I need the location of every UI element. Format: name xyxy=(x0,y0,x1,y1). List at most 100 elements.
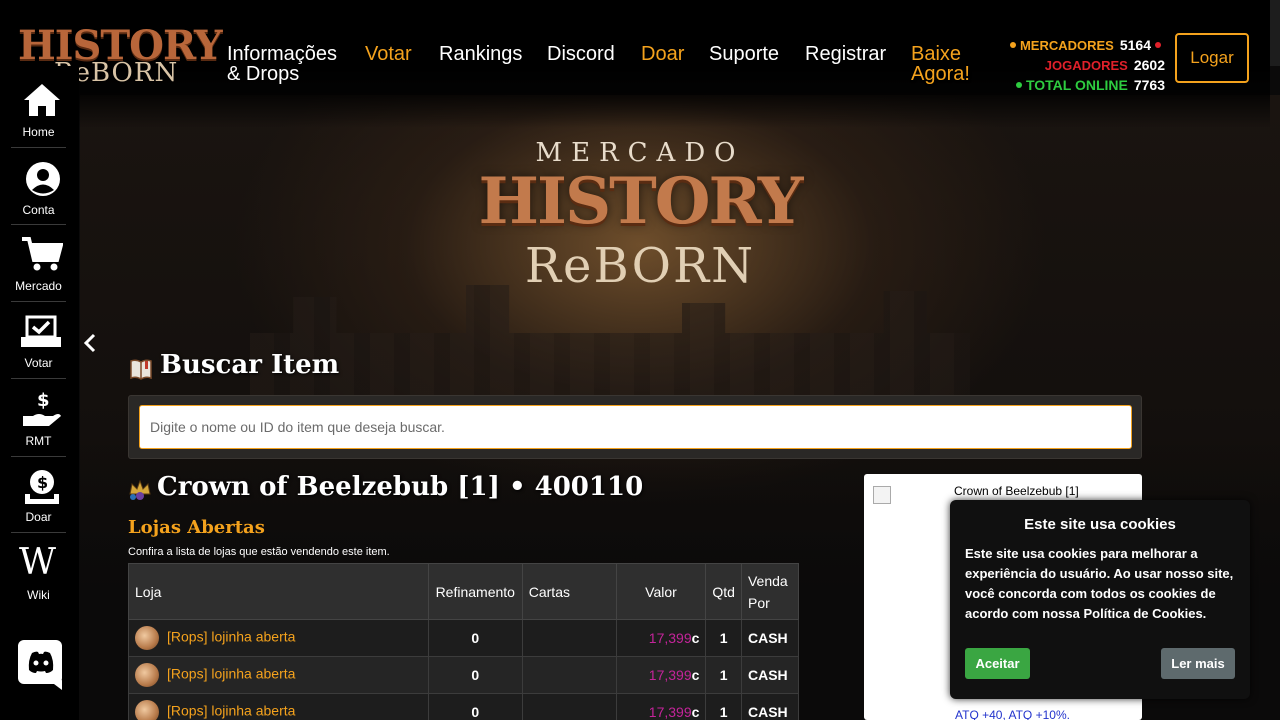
nav-vote[interactable]: Votar xyxy=(365,44,412,64)
nav-donate[interactable]: Doar xyxy=(641,44,684,64)
sidebar-label-account: Conta xyxy=(22,203,55,217)
shop-cell: [Rops] lojinha aberta xyxy=(128,656,429,694)
qty-cell: 1 xyxy=(705,619,742,657)
svg-text:$: $ xyxy=(37,390,50,411)
cookie-consent-dialog: Este site usa cookies Este site usa cook… xyxy=(950,500,1250,699)
price-suffix: c xyxy=(691,704,700,720)
sidebar-divider xyxy=(11,301,66,302)
shops-table: Loja Refinamento Cartas Valor Qtd Venda P… xyxy=(128,563,800,720)
sale-cell: CASH xyxy=(740,619,800,657)
hand-dollar-icon: $ xyxy=(22,390,61,426)
sidebar-item-market[interactable]: Mercado xyxy=(11,236,66,296)
sidebar-item-vote[interactable]: Votar xyxy=(11,315,66,375)
players-dot-icon xyxy=(1155,42,1161,48)
nav-download-line1: Baixe xyxy=(911,43,962,65)
stat-players: JOGADORES 2602 xyxy=(1045,57,1165,73)
book-icon xyxy=(130,359,152,380)
ballot-check-icon xyxy=(21,315,61,347)
login-button[interactable]: Logar xyxy=(1175,33,1249,83)
item-card-name: Crown of Beelzebub [1] xyxy=(954,484,1079,498)
discord-icon xyxy=(18,640,62,690)
shops-title: Lojas Abertas xyxy=(128,517,265,538)
item-image-placeholder xyxy=(873,486,891,504)
sidebar-discord-button[interactable] xyxy=(11,640,66,690)
price-cell: 17,399c xyxy=(615,619,707,657)
sidebar-label-donate: Doar xyxy=(25,510,52,524)
sidebar: Home Conta Mercado Votar $ RMT $ Doar W … xyxy=(0,66,79,720)
price-suffix: c xyxy=(691,630,700,646)
cookie-text: Este site usa cookies para melhorar a ex… xyxy=(965,546,1234,621)
svg-text:W: W xyxy=(19,544,56,578)
sidebar-item-wiki[interactable]: W Wiki xyxy=(11,542,66,604)
top-navbar: HISTORY ReBORN Informações & Drops Votar… xyxy=(0,0,1270,128)
online-dot-icon xyxy=(1015,82,1022,88)
sidebar-item-home[interactable]: Home xyxy=(11,82,66,142)
price-value: 17,399 xyxy=(648,704,692,720)
merchants-dot-icon xyxy=(1009,42,1016,48)
nav-info-line1: Informações xyxy=(227,43,338,65)
price-cell: 17,399c xyxy=(615,656,707,694)
market-banner: MERCADO HISTORY ReBORN xyxy=(440,138,840,303)
cards-cell xyxy=(521,619,617,657)
qty-cell: 1 xyxy=(705,693,742,720)
banner-line3: ReBORN xyxy=(524,238,756,294)
svg-text:$: $ xyxy=(37,473,48,492)
sidebar-label-home: Home xyxy=(22,125,55,139)
sidebar-divider xyxy=(11,456,66,457)
shop-link[interactable]: [Rops] lojinha aberta xyxy=(167,703,295,719)
cookie-title: Este site usa cookies xyxy=(1024,516,1176,533)
sidebar-label-wiki: Wiki xyxy=(27,588,50,602)
table-row: [Rops] lojinha aberta 0 17,399c 1 CASH xyxy=(128,656,800,694)
user-circle-icon xyxy=(26,162,60,196)
col-sale-line1: Venda xyxy=(747,572,788,589)
stat-total-online: TOTAL ONLINE 7763 xyxy=(1015,77,1165,93)
sidebar-label-vote: Votar xyxy=(24,356,53,370)
price-cell: 17,399c xyxy=(615,693,707,720)
players-value: 2602 xyxy=(1133,57,1165,73)
sidebar-item-account[interactable]: Conta xyxy=(11,161,66,221)
price-value: 17,399 xyxy=(648,630,692,646)
refine-cell: 0 xyxy=(427,619,523,657)
col-qty: Qtd xyxy=(705,563,742,620)
col-refine: Refinamento xyxy=(427,563,523,620)
crown-item-icon xyxy=(129,479,151,500)
nav-download-line2: Agora! xyxy=(911,63,970,85)
shops-description: Confira a lista de lojas que estão vende… xyxy=(128,546,390,558)
sale-cell: CASH xyxy=(740,656,800,694)
sale-cell: CASH xyxy=(740,693,800,720)
qty-cell: 1 xyxy=(705,656,742,694)
chevron-left-icon[interactable] xyxy=(82,332,98,354)
nav-support[interactable]: Suporte xyxy=(709,44,779,64)
nav-info-drops[interactable]: Informações & Drops xyxy=(227,44,337,84)
refine-cell: 0 xyxy=(427,693,523,720)
col-cards: Cartas xyxy=(521,563,617,620)
shop-link[interactable]: [Rops] lojinha aberta xyxy=(167,666,295,682)
table-row: [Rops] lojinha aberta 0 17,399c 1 CASH xyxy=(128,693,800,720)
merchant-avatar-icon xyxy=(135,626,159,650)
shop-link[interactable]: [Rops] lojinha aberta xyxy=(167,629,295,645)
price-value: 17,399 xyxy=(648,667,692,683)
cookie-accept-button[interactable]: Aceitar xyxy=(965,648,1030,679)
nav-rankings[interactable]: Rankings xyxy=(439,44,522,64)
donate-coin-icon: $ xyxy=(25,470,59,504)
sidebar-label-market: Mercado xyxy=(15,279,62,293)
scrollbar-track[interactable] xyxy=(1270,0,1280,66)
item-search-input[interactable] xyxy=(139,405,1132,449)
total-online-value: 7763 xyxy=(1133,77,1165,93)
sidebar-item-rmt[interactable]: $ RMT xyxy=(11,390,66,450)
nav-discord[interactable]: Discord xyxy=(547,44,615,64)
sidebar-item-donate[interactable]: $ Doar xyxy=(11,468,66,528)
players-label: JOGADORES xyxy=(1044,58,1128,73)
nav-info-line2: & Drops xyxy=(227,63,300,85)
merchant-avatar-icon xyxy=(135,700,159,720)
col-sale: Venda Por xyxy=(740,563,800,620)
nav-download[interactable]: Baixe Agora! xyxy=(911,44,970,84)
table-row: [Rops] lojinha aberta 0 17,399c 1 CASH xyxy=(128,619,800,657)
wikipedia-icon: W xyxy=(19,542,56,583)
nav-register[interactable]: Registrar xyxy=(805,44,886,64)
sidebar-divider xyxy=(11,378,66,379)
merchants-label: MERCADORES xyxy=(1019,38,1114,53)
col-price: Valor xyxy=(615,563,707,620)
search-section-title: Buscar Item xyxy=(160,350,340,380)
cookie-read-more-button[interactable]: Ler mais xyxy=(1161,648,1235,679)
